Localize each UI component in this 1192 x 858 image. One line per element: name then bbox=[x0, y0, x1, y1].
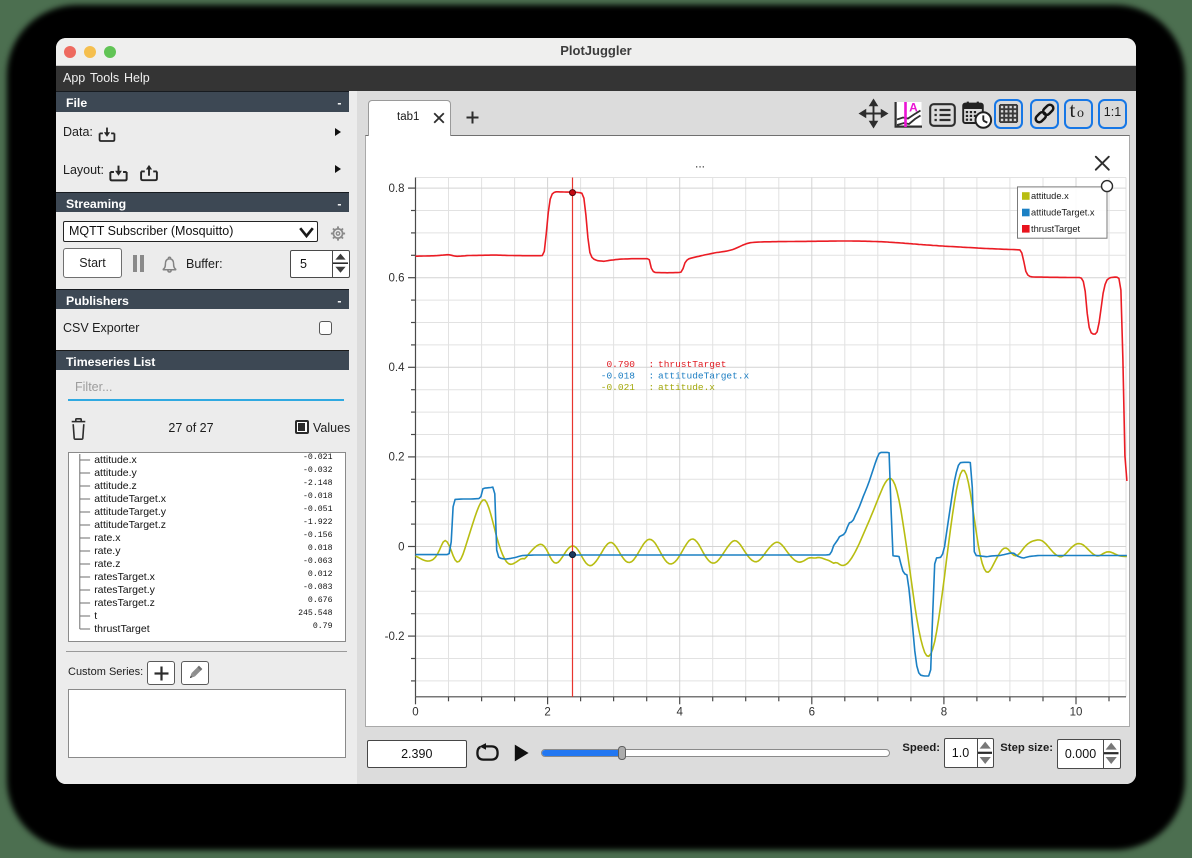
svg-text:6: 6 bbox=[808, 706, 814, 718]
svg-text::: : bbox=[648, 382, 654, 393]
svg-text:...: ... bbox=[694, 156, 704, 170]
svg-text:thrustTarget: thrustTarget bbox=[1031, 224, 1081, 234]
svg-text:2: 2 bbox=[544, 706, 550, 718]
svg-text:attitudeTarget.x: attitudeTarget.x bbox=[1031, 207, 1095, 217]
svg-text:0: 0 bbox=[412, 706, 418, 718]
svg-text:-0.018: -0.018 bbox=[600, 370, 635, 381]
svg-text::: : bbox=[648, 370, 654, 381]
svg-text:0: 0 bbox=[398, 541, 404, 553]
svg-text:-0.2: -0.2 bbox=[384, 630, 404, 642]
svg-text:0.2: 0.2 bbox=[388, 451, 404, 463]
svg-text:-0.021: -0.021 bbox=[600, 382, 635, 393]
svg-text:A: A bbox=[909, 101, 918, 115]
svg-text:attitude.x: attitude.x bbox=[1031, 191, 1069, 201]
svg-text:attitudeTarget.x: attitudeTarget.x bbox=[658, 370, 750, 381]
svg-text:0.790: 0.790 bbox=[606, 359, 635, 370]
svg-text:attitude.x: attitude.x bbox=[658, 382, 715, 393]
svg-text:0.6: 0.6 bbox=[388, 272, 404, 284]
svg-text:0.4: 0.4 bbox=[388, 362, 405, 374]
svg-text:4: 4 bbox=[676, 706, 683, 718]
svg-text:10: 10 bbox=[1069, 706, 1082, 718]
svg-text:thrustTarget: thrustTarget bbox=[658, 359, 726, 370]
svg-text:0.8: 0.8 bbox=[388, 182, 404, 194]
svg-text:8: 8 bbox=[940, 706, 946, 718]
svg-text::: : bbox=[648, 359, 654, 370]
